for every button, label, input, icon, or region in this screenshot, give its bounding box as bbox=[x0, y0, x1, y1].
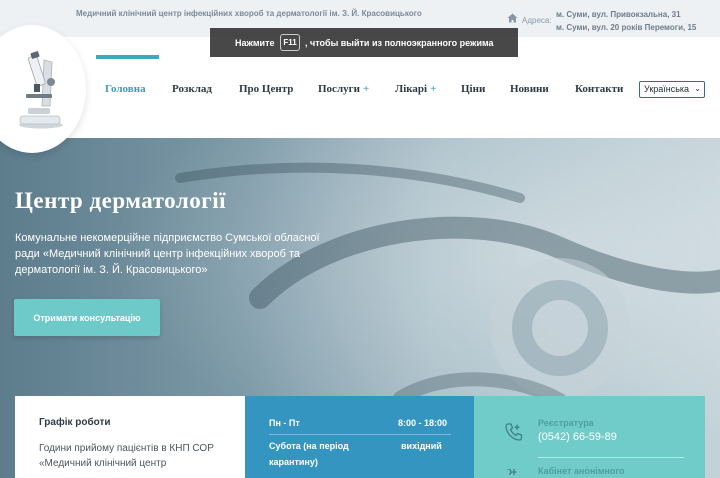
contact-divider bbox=[538, 457, 684, 458]
organization-name: Медичний клінічний центр інфекційних хво… bbox=[76, 9, 422, 18]
toast-text-before: Нажмите bbox=[235, 38, 275, 48]
phone-icon bbox=[505, 423, 523, 441]
address-line-1: м. Суми, вул. Привокзальна, 31 bbox=[556, 10, 681, 19]
fullscreen-toast: Нажмите F11 , чтобы выйти из полноэкранн… bbox=[210, 28, 518, 57]
nav-item-doctors[interactable]: Лікарі + bbox=[395, 83, 436, 97]
address-line-2: м. Суми, вул. 20 років Перемоги, 15 bbox=[556, 23, 697, 32]
contact-card: Реєстратура (0542) 66-59-89 Кабінет анон… bbox=[474, 396, 705, 478]
nav-item-services[interactable]: Послуги + bbox=[318, 83, 369, 97]
microscope-logo-icon[interactable] bbox=[14, 50, 68, 130]
home-icon bbox=[507, 13, 518, 23]
active-nav-indicator bbox=[96, 55, 159, 59]
language-select[interactable]: Українська ⌄ bbox=[639, 81, 705, 98]
registry-phone[interactable]: (0542) 66-59-89 bbox=[538, 431, 617, 443]
phone-icon bbox=[507, 469, 517, 476]
toast-key: F11 bbox=[280, 34, 300, 51]
toast-text-after: , чтобы выйти из полноэкранного режима bbox=[305, 38, 494, 48]
expand-plus-icon[interactable]: + bbox=[363, 83, 369, 95]
get-consultation-button[interactable]: Отримати консультацію bbox=[14, 299, 160, 336]
schedule-card-text: Години прийому пацієнтів в КНП СОР «Меди… bbox=[39, 443, 214, 469]
nav-item-prices[interactable]: Ціни bbox=[461, 83, 485, 97]
hours-divider bbox=[269, 434, 451, 435]
nav-item-contacts[interactable]: Контакти bbox=[575, 83, 623, 97]
hours-row-weekdays-label: Пн - Пт bbox=[269, 418, 300, 428]
nav-item-about[interactable]: Про Центр bbox=[239, 83, 293, 97]
hours-card: Пн - Пт 8:00 - 18:00 Субота (на період к… bbox=[245, 396, 474, 478]
nav-item-schedule[interactable]: Розклад bbox=[172, 83, 212, 97]
hours-row-weekdays-time: 8:00 - 18:00 bbox=[398, 418, 448, 428]
anonymous-office-label: Кабінет анонімного bbox=[538, 466, 625, 476]
schedule-card-title: Графік роботи bbox=[39, 417, 111, 428]
hero-title: Центр дерматології bbox=[15, 188, 226, 213]
language-value: Українська bbox=[644, 84, 690, 94]
address-label: Адреса: bbox=[522, 16, 552, 25]
nav-item-home[interactable]: Головна bbox=[105, 83, 146, 97]
hours-row-saturday-label-line2: карантину) bbox=[269, 457, 318, 467]
schedule-card: Графік роботи Години прийому пацієнтів в… bbox=[15, 396, 245, 478]
hours-row-saturday-label-line1: Субота (на період bbox=[269, 441, 349, 451]
hero-description: Комунальне некомерційне підприємство Сум… bbox=[15, 232, 320, 276]
expand-plus-icon[interactable]: + bbox=[430, 83, 436, 95]
hours-row-saturday-time: вихідний bbox=[401, 441, 442, 451]
registry-label: Реєстратура bbox=[538, 418, 594, 428]
chevron-down-icon: ⌄ bbox=[694, 84, 701, 93]
nav-item-news[interactable]: Новини bbox=[510, 83, 549, 97]
